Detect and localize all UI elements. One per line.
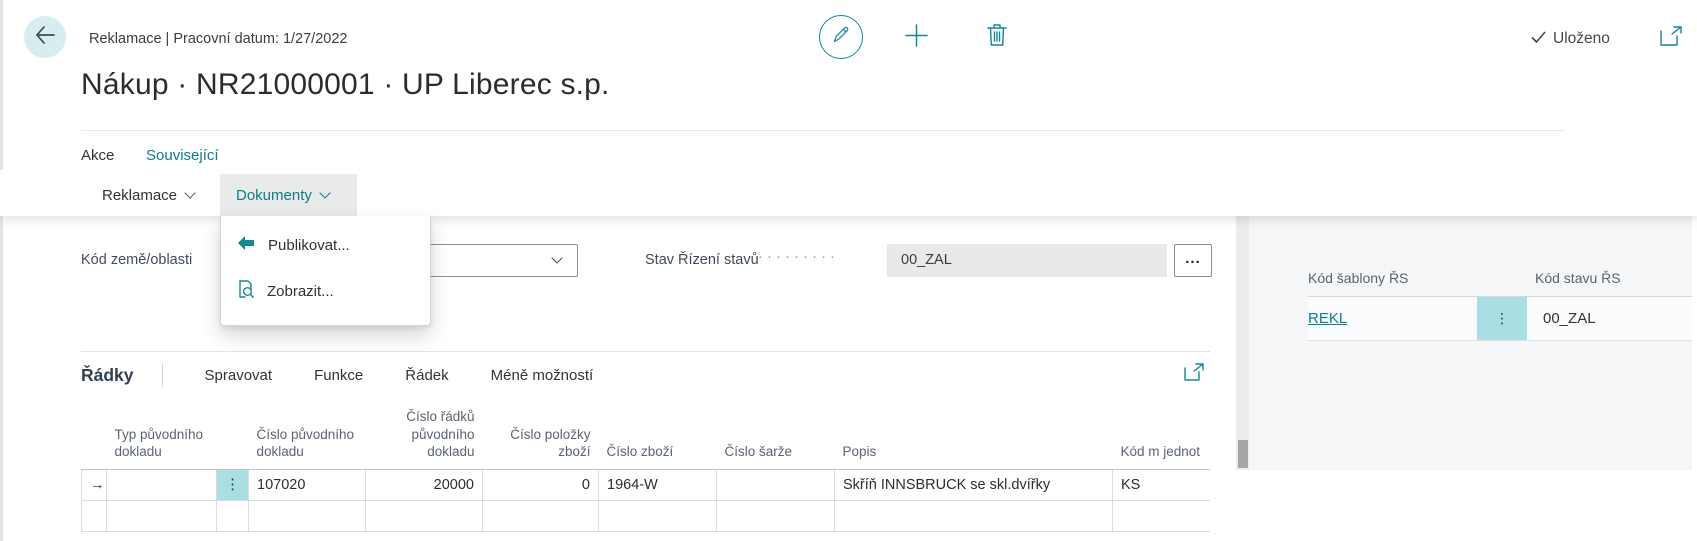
col-row-menu — [217, 402, 249, 469]
ribbon: Reklamace Dokumenty — [0, 170, 1697, 216]
table-row: → ⋮ 107020 20000 0 1964-W Skříň INNSBRUC… — [82, 469, 1211, 500]
country-code-label: Kód země/oblasti — [81, 252, 192, 268]
cell-empty[interactable] — [599, 500, 717, 531]
cell-cislo-sarze[interactable] — [717, 469, 835, 500]
col-cislo-zbozi[interactable]: Číslo zboží — [599, 402, 717, 469]
factbox-header-row: Kód šablony ŘS Kód stavu ŘS — [1308, 270, 1692, 297]
reklamace-label: Reklamace — [102, 187, 177, 204]
back-button[interactable] — [24, 16, 66, 58]
cell-cislo-radku[interactable]: 20000 — [366, 469, 483, 500]
dokumenty-dropdown-menu: Publikovat... Zobrazit... — [220, 216, 431, 326]
cell-empty[interactable] — [483, 500, 599, 531]
ribbon-button-reklamace[interactable]: Reklamace — [86, 174, 210, 216]
vertical-scrollbar[interactable] — [1236, 216, 1249, 470]
chevron-down-icon — [184, 187, 195, 198]
dokumenty-label: Dokumenty — [236, 187, 312, 204]
col-kod-stavu-rs[interactable]: Kód stavu ŘS — [1527, 270, 1692, 286]
row-options-cell[interactable]: ⋮ — [217, 469, 249, 500]
factbox-row: REKL ⋮ 00_ZAL — [1308, 297, 1692, 341]
cell-empty[interactable] — [82, 500, 107, 531]
save-status: Uloženo — [1531, 30, 1610, 48]
factbox-panel: Kód šablony ŘS Kód stavu ŘS REKL ⋮ 00_ZA… — [1249, 216, 1692, 470]
check-icon — [1531, 30, 1546, 48]
cell-cislo-polozky[interactable]: 0 — [483, 469, 599, 500]
dotted-leader: ········· — [758, 248, 876, 265]
status-field[interactable]: 00_ZAL — [887, 244, 1167, 277]
tab-akce[interactable]: Akce — [81, 147, 114, 170]
cell-empty[interactable] — [835, 500, 1113, 531]
factbox-table: Kód šablony ŘS Kód stavu ŘS REKL ⋮ 00_ZA… — [1308, 270, 1692, 341]
new-button[interactable] — [903, 24, 930, 51]
pencil-icon — [831, 25, 851, 50]
cell-empty[interactable] — [366, 500, 483, 531]
lines-title: Řádky — [81, 365, 134, 386]
open-in-window-button[interactable] — [1660, 28, 1682, 48]
tab-souvisejici[interactable]: Související — [146, 147, 219, 172]
toolbar-button-spravovat[interactable]: Spravovat — [205, 367, 273, 384]
page-title: Nákup · NR21000001 · UP Liberec s.p. — [81, 68, 610, 102]
scrollbar-thumb[interactable] — [1238, 440, 1248, 468]
open-window-icon — [1660, 26, 1682, 51]
breadcrumb: Reklamace | Pracovní datum: 1/27/2022 — [89, 31, 347, 47]
lines-header-row: Typ původního dokladu Číslo původního do… — [82, 402, 1211, 469]
col-typ-puvodniho-dokladu[interactable]: Typ původního dokladu — [107, 402, 217, 469]
trash-icon — [985, 22, 1009, 53]
cell-empty[interactable] — [249, 500, 366, 531]
table-row-empty — [82, 500, 1211, 531]
cell-empty[interactable] — [717, 500, 835, 531]
focus-mode-icon[interactable] — [1184, 363, 1204, 386]
col-popis[interactable]: Popis — [835, 402, 1113, 469]
ribbon-button-dokumenty[interactable]: Dokumenty — [220, 174, 357, 216]
cell-empty[interactable] — [217, 500, 249, 531]
col-cislo-radku[interactable]: Číslo řádků původního dokladu — [366, 402, 483, 469]
col-cislo-puvodniho-dokladu[interactable]: Číslo původního dokladu — [249, 402, 366, 469]
toolbar-button-mene-moznosti[interactable]: Méně možností — [491, 367, 594, 384]
chevron-down-icon — [551, 252, 562, 263]
status-label: Stav Řízení stavů — [645, 252, 759, 268]
menu-item-zobrazit[interactable]: Zobrazit... — [221, 268, 430, 314]
post-arrow-icon — [237, 235, 255, 255]
cell-cislo-puvodniho-dokladu[interactable]: 107020 — [249, 469, 366, 500]
menu-item-publikovat[interactable]: Publikovat... — [221, 222, 430, 268]
toolbar-button-radek[interactable]: Řádek — [405, 367, 448, 384]
col-arrow — [82, 402, 107, 469]
cell-empty[interactable] — [107, 500, 217, 531]
lines-top-divider — [81, 351, 1210, 352]
col-cislo-polozky-zbozi[interactable]: Číslo položky zboží — [483, 402, 599, 469]
more-options-button[interactable]: ... — [1174, 244, 1212, 277]
cell-popis[interactable]: Skříň INNSBRUCK se skl.dvířky — [835, 469, 1113, 500]
lines-toolbar: Řádky Spravovat Funkce Řádek Méně možnos… — [81, 360, 1210, 390]
delete-button[interactable] — [984, 24, 1010, 51]
active-row-arrow: → — [82, 469, 107, 500]
tabs-divider — [81, 130, 1565, 131]
publikovat-label: Publikovat... — [268, 237, 350, 254]
cell-kod-mj[interactable]: KS — [1113, 469, 1211, 500]
toolbar-button-funkce[interactable]: Funkce — [314, 367, 363, 384]
edit-button[interactable] — [819, 15, 863, 59]
col-cislo-sarze[interactable]: Číslo šarže — [717, 402, 835, 469]
preview-document-icon — [237, 280, 254, 302]
col-kod-sablony-rs[interactable]: Kód šablony ŘS — [1308, 270, 1527, 286]
plus-icon — [903, 22, 930, 54]
cell-typ[interactable] — [107, 469, 217, 500]
toolbar-separator — [162, 363, 163, 387]
back-arrow-icon — [35, 26, 55, 49]
row-options-cell[interactable]: ⋮ — [1477, 297, 1527, 340]
template-code-link[interactable]: REKL — [1308, 310, 1347, 327]
chevron-down-icon — [319, 187, 330, 198]
status-code-value[interactable]: 00_ZAL — [1527, 297, 1692, 340]
col-kod-merne-jednotky[interactable]: Kód m jednot — [1113, 402, 1211, 469]
saved-label: Uloženo — [1553, 30, 1610, 48]
cell-cislo-zbozi[interactable]: 1964-W — [599, 469, 717, 500]
zobrazit-label: Zobrazit... — [267, 283, 334, 300]
cell-empty[interactable] — [1113, 500, 1211, 531]
window-edge — [0, 0, 3, 541]
lines-table: Typ původního dokladu Číslo původního do… — [81, 402, 1210, 537]
